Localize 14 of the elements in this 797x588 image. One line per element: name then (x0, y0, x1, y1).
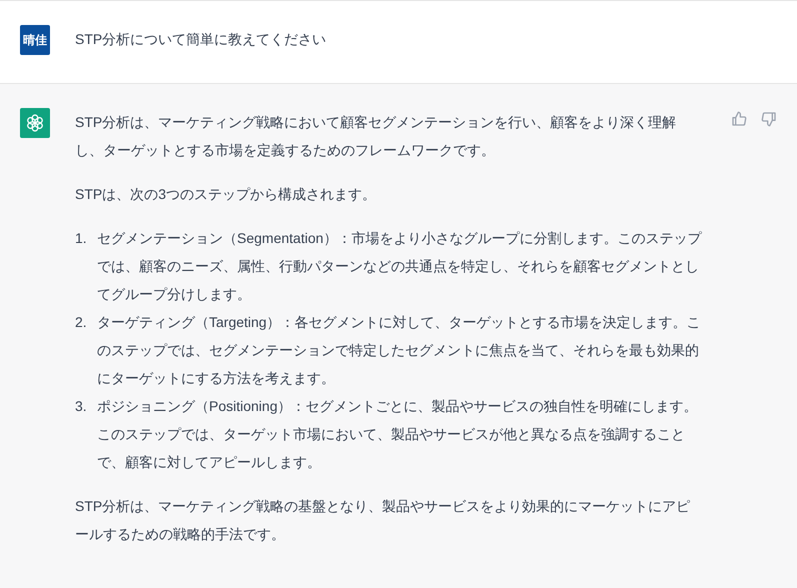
answer-paragraph: STP分析は、マーケティング戦略の基盤となり、製品やサービスをより効果的にマーケットにアピールするための戦略的手法です。 (75, 497, 692, 544)
answer-paragraph: STP分析は、マーケティング戦略において顧客セグメンテーションを行い、顧客をより深く理解し、ターゲットとする市場を定義するためのフレームワークです。 (75, 113, 678, 160)
flower-logo-icon (25, 113, 45, 133)
prompt-text: STP分析について簡単に教えてください (75, 30, 328, 49)
thumbs-down-icon[interactable] (761, 111, 777, 127)
list-item-text: ターゲティング（Targeting）：各セグメントに対して、ターゲットとする市場を決定します。このステップでは、セグメンテーションで特定したセグメントに焦点を当て、それらを最も効果的にターゲットにする方法を考えます。 (97, 313, 702, 388)
thumbs-up-icon[interactable] (731, 111, 747, 127)
list-number: 1. (75, 229, 88, 248)
list-item-text: ポジショニング（Positioning）：セグメントごとに、製品やサービスの独自性を明確にします。このステップでは、ターゲット市場において、製品やサービスが他と異なる点を強調することで、顧客に対してアピールします。 (97, 397, 698, 472)
list-number: 3. (75, 397, 88, 416)
user-avatar: 晴佳 (20, 25, 50, 55)
list-number: 2. (75, 313, 88, 332)
list-item-text: セグメンテーション（Segmentation）：市場をより小さなグループに分割します。このステップでは、顧客のニーズ、属性、行動パターンなどの共通点を特定し、それらを顧客セグメントとしてグループ分けします。 (97, 229, 702, 304)
answer-paragraph: STPは、次の3つのステップから構成されます。 (75, 185, 378, 204)
